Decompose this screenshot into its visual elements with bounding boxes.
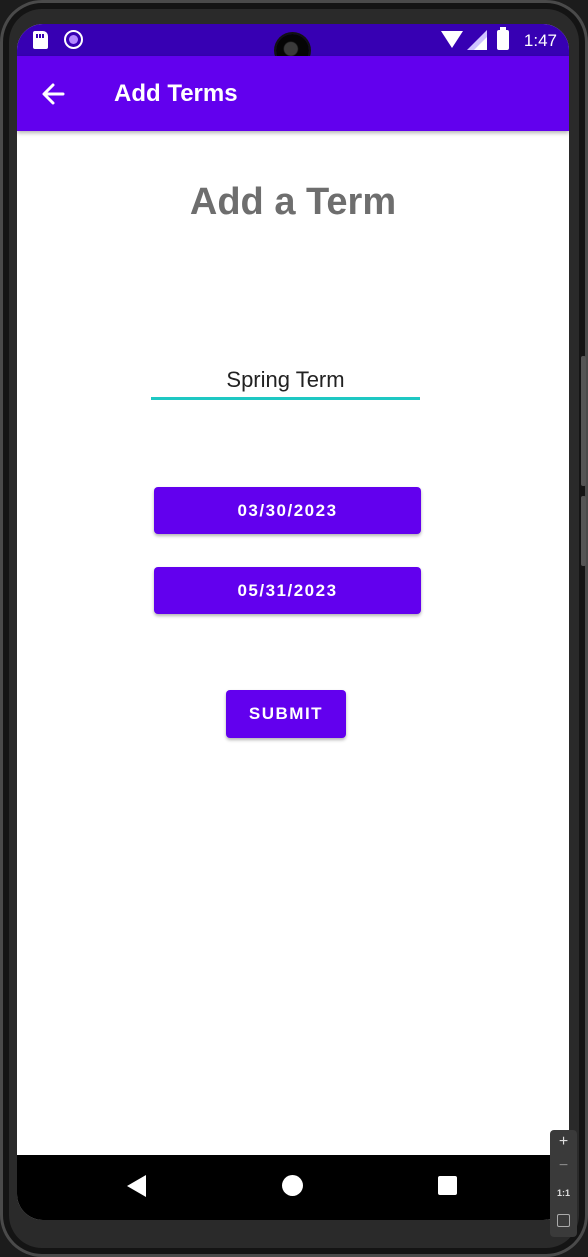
back-button[interactable] (33, 73, 75, 115)
screen: 1:47 Add Terms Add a Term 03/30/2023 05/… (17, 24, 569, 1220)
power-button (581, 496, 586, 566)
term-name-field[interactable] (151, 362, 420, 400)
navigation-bar (17, 1155, 569, 1220)
arrow-left-icon (42, 83, 65, 105)
battery-icon (497, 27, 509, 50)
end-date-button[interactable]: 05/31/2023 (154, 567, 421, 614)
nav-home-icon[interactable] (282, 1175, 303, 1196)
zoom-out-button[interactable]: − (550, 1157, 577, 1175)
status-bar: 1:47 (17, 24, 569, 67)
page-title: Add a Term (189, 181, 397, 223)
actual-size-button[interactable]: 1:1 (550, 1188, 577, 1198)
record-icon (64, 30, 83, 49)
volume-button (581, 356, 586, 486)
status-time: 1:47 (523, 31, 557, 50)
zoom-in-button[interactable]: + (550, 1133, 577, 1151)
wifi-icon (441, 31, 463, 48)
device-frame: 1:47 Add Terms Add a Term 03/30/2023 05/… (0, 0, 588, 1257)
sd-card-icon (33, 31, 48, 49)
emulator-zoom-panel: + − 1:1 (550, 1130, 577, 1237)
start-date-button[interactable]: 03/30/2023 (154, 487, 421, 534)
signal-icon (467, 30, 487, 50)
app-bar-title: Add Terms (114, 80, 238, 107)
submit-button[interactable]: SUBMIT (226, 690, 346, 738)
fit-screen-icon[interactable] (557, 1214, 570, 1227)
nav-recents-icon[interactable] (438, 1176, 457, 1195)
app-bar: Add Terms (17, 56, 569, 131)
nav-back-icon[interactable] (127, 1175, 146, 1197)
